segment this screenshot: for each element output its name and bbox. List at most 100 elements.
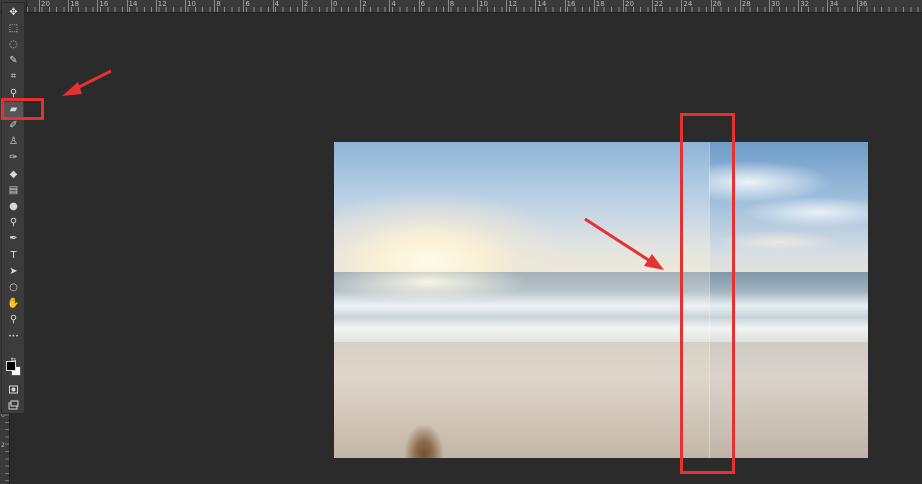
ruler-label: 30 — [771, 0, 780, 8]
dodge-tool[interactable]: ⚲ — [4, 216, 23, 231]
eyedropper-icon: ⚲ — [9, 87, 18, 99]
path-select-icon: ➤ — [9, 265, 18, 277]
screen-mode-icon — [8, 400, 19, 410]
ruler-label: 18 — [70, 0, 80, 8]
ruler-major-tick — [798, 0, 800, 12]
ellipse-tool[interactable]: ○ — [4, 280, 23, 295]
ruler-major-tick — [681, 0, 683, 12]
ruler-label: 26 — [712, 0, 722, 8]
lasso-icon: ◌ — [9, 38, 18, 50]
ruler-label: 20 — [41, 0, 50, 8]
ruler-major-tick — [477, 0, 478, 12]
ruler-label: 2 — [362, 0, 367, 8]
ruler-major-tick — [856, 0, 858, 12]
ruler-label: 14 — [128, 0, 138, 8]
blur-icon: ● — [9, 200, 18, 212]
ruler-major-tick — [623, 0, 624, 12]
hand-tool[interactable]: ✋ — [4, 297, 23, 312]
ruler-major-tick — [506, 0, 508, 12]
ruler-major-tick — [214, 0, 216, 12]
eraser-tool[interactable]: ◆ — [4, 167, 23, 182]
ruler-label: 6 — [245, 0, 250, 8]
ruler-major-tick — [39, 0, 40, 12]
ruler-label: 20 — [625, 0, 634, 8]
ruler-label: 8 — [449, 0, 455, 8]
ruler-label: 10 — [479, 0, 488, 8]
ruler-major-tick — [652, 0, 654, 12]
quick-select-tool[interactable]: ✎ — [4, 54, 23, 69]
path-select-tool[interactable]: ➤ — [4, 264, 23, 279]
ruler-label: 12 — [157, 0, 167, 8]
blur-tool[interactable]: ● — [4, 199, 23, 214]
quick-mask-button[interactable] — [4, 382, 23, 397]
history-brush-icon: ✑ — [9, 152, 18, 164]
photo-waves — [334, 272, 709, 347]
ruler-major-tick — [360, 0, 362, 12]
ruler-major-tick — [447, 0, 449, 12]
stamp-tool[interactable]: ♙ — [4, 135, 23, 150]
ellipse-icon: ○ — [9, 281, 18, 293]
ruler-label: 6 — [420, 0, 426, 8]
ruler-major-tick — [564, 0, 566, 12]
ruler-label: 2 — [303, 0, 309, 8]
ruler-label: 0 — [333, 0, 338, 8]
eraser-icon: ◆ — [9, 168, 18, 180]
ruler-top[interactable]: 20 18 16 14 12 10 8 6 4 2 0 2 4 6 8 10 12 14 16 18 20 22 24 26 2… — [27, 0, 922, 13]
marquee-tool[interactable]: ⬚ — [4, 21, 23, 36]
ruler-label: 34 — [829, 0, 839, 8]
mores-icon: ••• — [8, 332, 19, 340]
ruler-major-tick — [710, 0, 712, 12]
ruler-label: 36 — [858, 0, 868, 8]
crop-tool[interactable]: ⌗ — [4, 70, 23, 85]
ruler-label: 16 — [566, 0, 576, 8]
quick-mask-icon — [9, 385, 18, 394]
hand-icon: ✋ — [7, 298, 20, 310]
tools-panel: ⇆ ✥ ⬚ ◌ ✎ ⌗ ⚲ ▰ ✐ ♙ ✑ ◆ ▤ ● ⚲ ✒ T ➤ ○ ✋ ⚲ ••• — [1, 2, 25, 414]
ruler-label: 18 — [595, 0, 605, 8]
photo-sky — [334, 142, 709, 274]
ruler-major-tick — [126, 0, 128, 12]
history-brush-tool[interactable]: ✑ — [4, 151, 23, 166]
more-tools[interactable]: ••• — [4, 329, 23, 344]
highlight-box-seam — [680, 113, 735, 474]
foreground-color-swatch[interactable] — [6, 361, 16, 371]
ruler-major-tick — [535, 0, 537, 12]
move-icon: ✥ — [9, 6, 18, 18]
ruler-label: 14 — [537, 0, 547, 8]
crop-icon: ⌗ — [10, 71, 17, 83]
type-tool[interactable]: T — [4, 248, 23, 263]
pen-tool[interactable]: ✒ — [4, 232, 23, 247]
ruler-major-tick — [739, 0, 741, 12]
brush-tool[interactable]: ✐ — [4, 118, 23, 133]
screen-mode-button[interactable] — [4, 398, 23, 413]
gradient-icon: ▤ — [8, 184, 19, 196]
ruler-label: 4 — [391, 0, 396, 8]
photo-sand — [334, 342, 709, 458]
type-icon: T — [10, 249, 17, 261]
ruler-label: 12 — [508, 0, 518, 8]
ruler-label: 16 — [99, 0, 109, 8]
ruler-label: 4 — [274, 0, 280, 8]
ruler-major-tick — [301, 0, 303, 12]
stamp-icon: ♙ — [9, 136, 18, 148]
ruler-major-tick — [827, 0, 829, 12]
ruler-label: 2 — [1, 442, 5, 449]
ruler-major-tick — [97, 0, 99, 12]
marquee-icon: ⬚ — [8, 22, 19, 34]
ruler-major-tick — [593, 0, 595, 12]
dodge-icon: ⚲ — [9, 217, 18, 229]
ruler-label: 28 — [741, 0, 751, 8]
lasso-tool[interactable]: ◌ — [4, 37, 23, 52]
brush-icon: ✐ — [9, 119, 18, 131]
ruler-major-tick — [418, 0, 420, 12]
ruler-label: 32 — [800, 0, 810, 8]
ruler-major-tick — [155, 0, 157, 12]
quick-select-icon: ✎ — [9, 55, 18, 67]
gradient-tool[interactable]: ▤ — [4, 183, 23, 198]
ruler-major-tick — [272, 0, 274, 12]
zoom-tool[interactable]: ⚲ — [4, 313, 23, 328]
move-tool[interactable]: ✥ — [4, 5, 23, 20]
document-canvas[interactable] — [334, 142, 868, 458]
ruler-major-tick — [68, 0, 70, 12]
ruler-label: 10 — [187, 0, 196, 8]
